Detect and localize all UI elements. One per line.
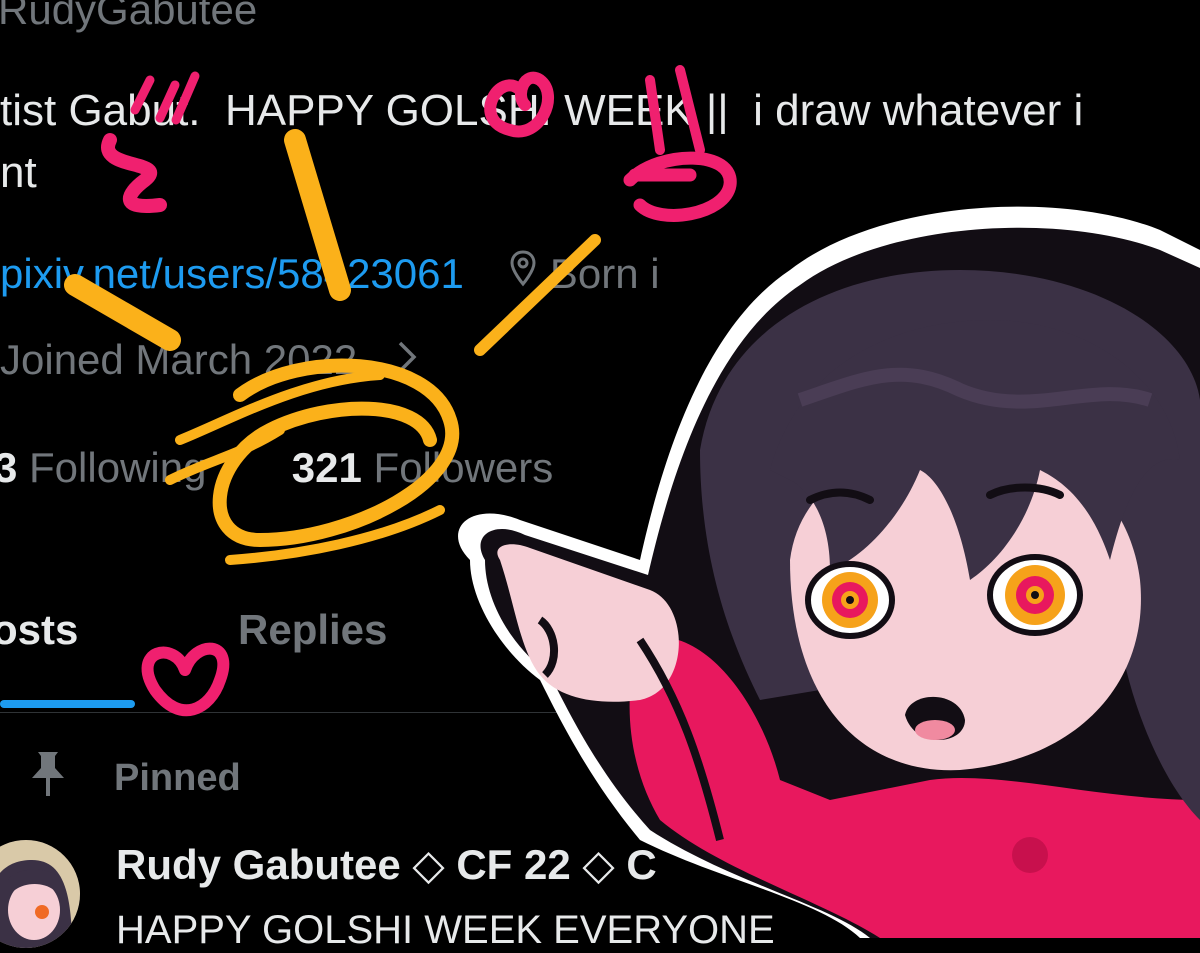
followers-link[interactable]: 321 Followers [292,444,553,491]
website-link[interactable]: pixiv.net/users/58423061 [0,250,464,298]
location-text: Born i [549,250,660,297]
joined-label: Joined March 2022 [0,336,358,383]
joined-date[interactable]: Joined March 2022 [0,336,417,384]
location-pin-icon [510,250,536,298]
following-label: Following [29,444,207,491]
post-text: HAPPY GOLSHI WEEK EVERYONE [116,908,775,952]
pinned-label: Pinned [114,756,241,799]
pinned-indicator: Pinned [28,748,241,808]
followers-label: Followers [373,444,554,491]
profile-bio: tist Gabut. HAPPY GOLSHI WEEK || i draw … [0,86,1084,197]
following-link[interactable]: 3 Following [0,444,206,491]
profile-tabs: osts Replies [0,600,1200,710]
tabs-divider [0,712,1200,713]
avatar[interactable] [0,840,80,948]
post-author[interactable]: Rudy Gabutee ◇ CF 22 ◇ C [116,840,657,889]
pin-icon [28,748,68,808]
followers-count: 321 [291,444,362,491]
tab-posts[interactable]: osts [0,606,78,654]
active-tab-indicator [0,700,135,708]
tab-replies[interactable]: Replies [238,606,387,654]
follow-stats: 3 Following 321 Followers [0,444,553,492]
character-sticker [458,206,1200,938]
following-count: 3 [0,444,18,491]
chevron-right-icon [397,336,417,384]
profile-meta-row: pixiv.net/users/58423061 Born i [0,250,660,298]
profile-handle: RudyGabutee [0,0,258,33]
